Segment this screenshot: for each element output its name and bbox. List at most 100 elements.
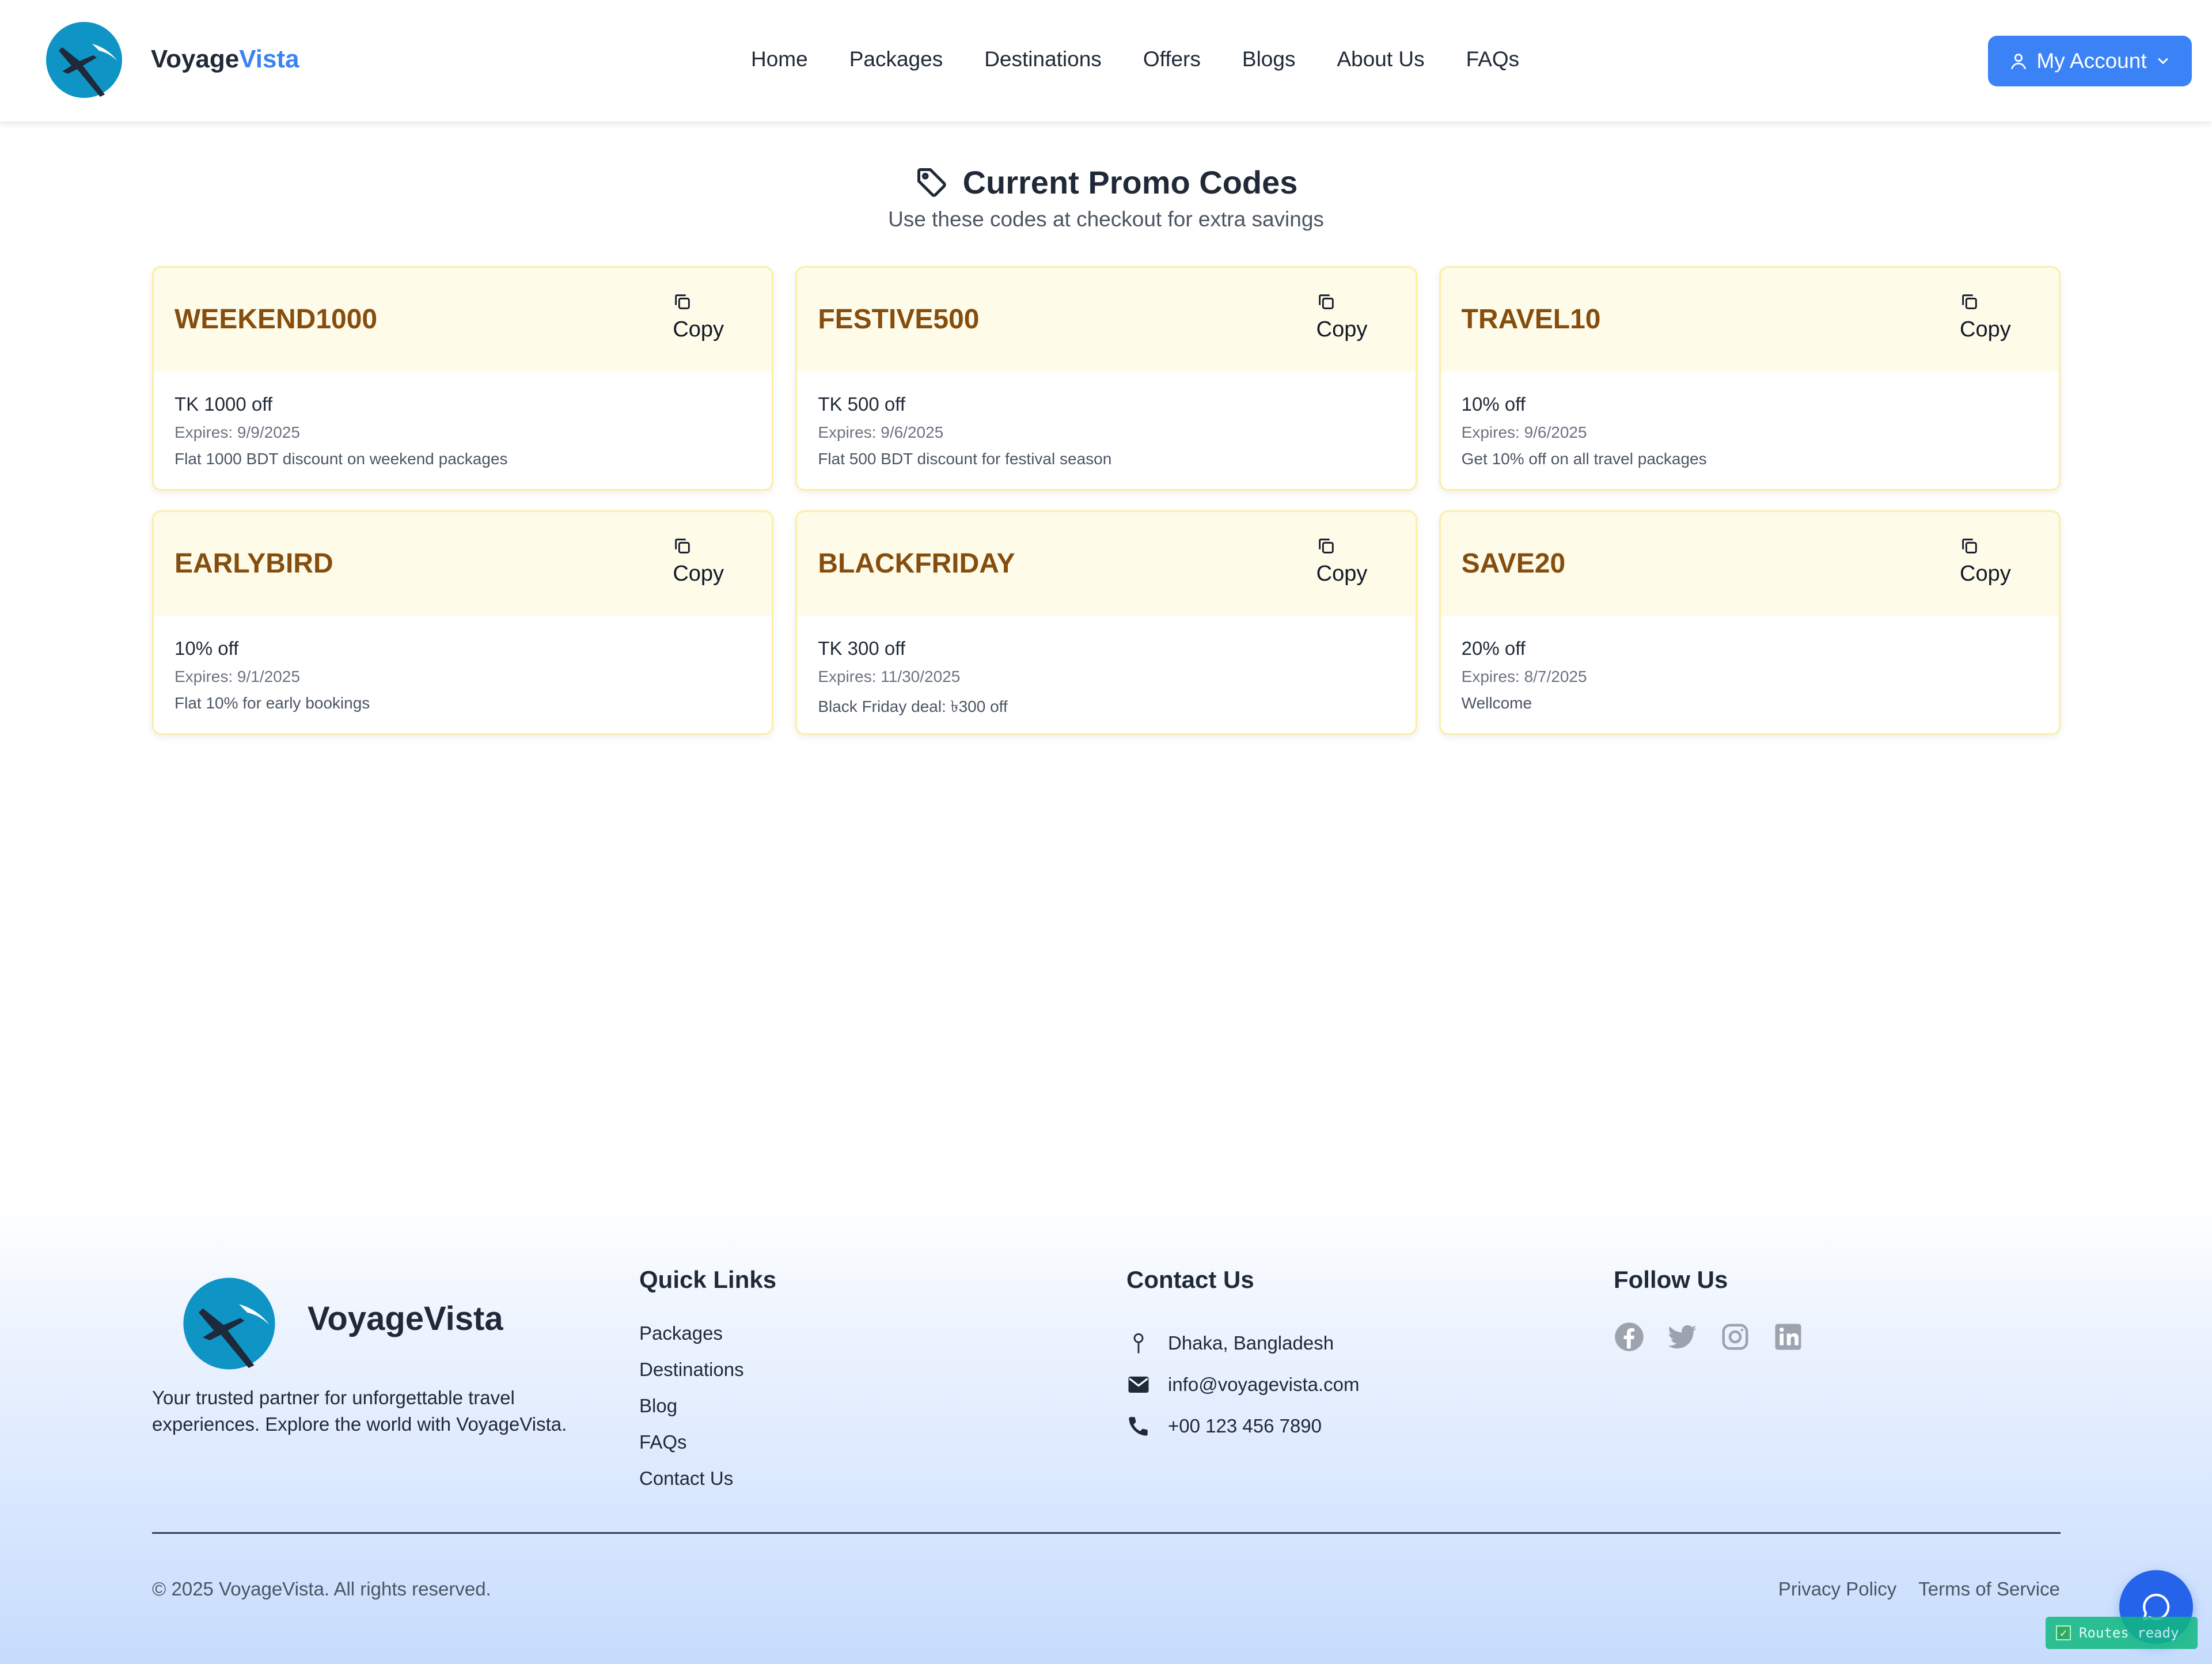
copyright: © 2025 VoyageVista. All rights reserved. xyxy=(152,1578,491,1599)
legal-links: Privacy Policy Terms of Service xyxy=(1778,1578,2060,1600)
main-nav: Home Packages Destinations Offers Blogs … xyxy=(751,47,1519,71)
brand-name[interactable]: VoyageVista xyxy=(151,45,299,74)
copy-icon xyxy=(1318,539,1334,554)
nav-faqs[interactable]: FAQs xyxy=(1466,47,1520,71)
promo-grid: WEEKEND1000 Copy TK 1000 off Expires: 9/… xyxy=(152,266,2061,735)
promo-code: SAVE20 xyxy=(1461,548,1566,579)
copy-label: Copy xyxy=(1316,317,1368,342)
promo-card: TRAVEL10 Copy 10% off Expires: 9/6/2025 … xyxy=(1439,266,2061,491)
envelope-icon xyxy=(1128,1377,1149,1393)
copy-icon xyxy=(675,539,690,554)
contact-info: Dhaka, Bangladesh info@voyagevista.com +… xyxy=(1126,1322,1359,1447)
footer-link-contact-us[interactable]: Contact Us xyxy=(639,1468,744,1504)
promo-discount: TK 500 off xyxy=(818,393,905,415)
promo-description: Get 10% off on all travel packages xyxy=(1461,450,1707,468)
contact-phone[interactable]: +00 123 456 7890 xyxy=(1126,1405,1359,1447)
nav-packages[interactable]: Packages xyxy=(849,47,943,71)
nav-about-us[interactable]: About Us xyxy=(1337,47,1424,71)
user-icon xyxy=(2011,54,2027,70)
contact-phone-text: +00 123 456 7890 xyxy=(1168,1415,1322,1436)
promo-description: Flat 500 BDT discount for festival seaso… xyxy=(818,450,1112,468)
footer-logo[interactable] xyxy=(182,1276,276,1371)
phone-icon xyxy=(1129,1417,1148,1436)
chevron-down-icon xyxy=(2158,58,2168,65)
promo-card: WEEKEND1000 Copy TK 1000 off Expires: 9/… xyxy=(152,266,774,491)
quick-links: Packages Destinations Blog FAQs Contact … xyxy=(639,1322,744,1504)
copy-button[interactable]: Copy xyxy=(1960,292,2023,350)
footer-link-packages[interactable]: Packages xyxy=(639,1322,744,1359)
site-footer: VoyageVista Your trusted partner for unf… xyxy=(0,1204,2212,1664)
promo-card-body: TK 1000 off Expires: 9/9/2025 Flat 1000 … xyxy=(154,372,772,468)
facebook-icon[interactable] xyxy=(1614,1321,1645,1352)
footer-link-blog[interactable]: Blog xyxy=(639,1395,744,1431)
footer-brand: VoyageVista xyxy=(308,1300,503,1337)
twitter-icon[interactable] xyxy=(1667,1321,1698,1352)
contact-address: Dhaka, Bangladesh xyxy=(1126,1322,1359,1364)
promo-card-body: 10% off Expires: 9/6/2025 Get 10% off on… xyxy=(1441,372,2059,468)
follow-title: Follow Us xyxy=(1614,1266,1728,1293)
copy-button[interactable]: Copy xyxy=(1316,536,1380,594)
promo-card-header: EARLYBIRD Copy xyxy=(154,512,772,616)
promo-card-body: TK 500 off Expires: 9/6/2025 Flat 500 BD… xyxy=(797,372,1415,468)
promo-card-header: TRAVEL10 Copy xyxy=(1440,268,2059,372)
promo-expiry: Expires: 11/30/2025 xyxy=(818,668,961,685)
nav-destinations[interactable]: Destinations xyxy=(984,47,1102,71)
copy-button[interactable]: Copy xyxy=(673,536,736,594)
nav-offers[interactable]: Offers xyxy=(1143,47,1201,71)
copy-label: Copy xyxy=(1316,562,1368,586)
terms-of-service-link[interactable]: Terms of Service xyxy=(1918,1578,2060,1600)
promo-discount: TK 300 off xyxy=(818,638,905,659)
routes-status-badge: ✓ Routes ready xyxy=(2046,1617,2198,1649)
promo-card-header: FESTIVE500 Copy xyxy=(797,268,1416,372)
footer-link-faqs[interactable]: FAQs xyxy=(639,1431,744,1468)
promo-description: Flat 10% for early bookings xyxy=(174,694,370,712)
copy-label: Copy xyxy=(673,317,724,342)
instagram-icon[interactable] xyxy=(1720,1321,1751,1352)
promo-discount: 10% off xyxy=(1461,393,1526,415)
promo-card-body: 20% off Expires: 8/7/2025 Wellcome xyxy=(1441,616,2059,712)
promo-heading: Current Promo Codes xyxy=(0,164,2212,201)
check-icon: ✓ xyxy=(2056,1625,2071,1640)
copy-button[interactable]: Copy xyxy=(673,292,736,350)
nav-home[interactable]: Home xyxy=(751,47,808,71)
my-account-button[interactable]: My Account xyxy=(1988,36,2192,86)
promo-description: Black Friday deal: ৳300 off xyxy=(818,698,1008,715)
promo-expiry: Expires: 9/6/2025 xyxy=(1461,423,1587,441)
promo-discount: 20% off xyxy=(1461,638,1526,659)
promo-card: EARLYBIRD Copy 10% off Expires: 9/1/2025… xyxy=(152,510,774,735)
footer-link-destinations[interactable]: Destinations xyxy=(639,1359,744,1395)
copy-icon xyxy=(1962,539,1977,554)
promo-code: FESTIVE500 xyxy=(818,304,980,335)
promo-code: WEEKEND1000 xyxy=(174,304,378,335)
nav-blogs[interactable]: Blogs xyxy=(1242,47,1296,71)
promo-card: FESTIVE500 Copy TK 500 off Expires: 9/6/… xyxy=(795,266,1417,491)
copy-label: Copy xyxy=(673,562,724,586)
promo-card-body: 10% off Expires: 9/1/2025 Flat 10% for e… xyxy=(154,616,772,712)
promo-card-header: SAVE20 Copy xyxy=(1440,512,2059,616)
page-title: Current Promo Codes xyxy=(962,164,1298,200)
promo-code: BLACKFRIDAY xyxy=(818,548,1015,579)
contact-email-text: info@voyagevista.com xyxy=(1168,1374,1360,1395)
promo-card-header: WEEKEND1000 Copy xyxy=(154,268,772,372)
promo-expiry: Expires: 9/9/2025 xyxy=(174,423,300,441)
social-links xyxy=(1614,1321,1804,1352)
privacy-policy-link[interactable]: Privacy Policy xyxy=(1778,1578,1896,1600)
voyagevista-logo[interactable] xyxy=(45,21,123,99)
promo-card: SAVE20 Copy 20% off Expires: 8/7/2025 We… xyxy=(1439,510,2061,735)
routes-status-text: Routes ready xyxy=(2079,1625,2179,1641)
my-account-label: My Account xyxy=(2036,49,2147,73)
contact-email[interactable]: info@voyagevista.com xyxy=(1126,1364,1359,1405)
copy-icon xyxy=(1962,294,1977,309)
brand-name-first: Voyage xyxy=(151,45,240,73)
promo-description: Wellcome xyxy=(1461,694,1532,712)
brand-name-second: Vista xyxy=(239,45,299,73)
copy-icon xyxy=(1318,294,1334,309)
promo-description: Flat 1000 BDT discount on weekend packag… xyxy=(174,450,508,468)
promo-code: EARLYBIRD xyxy=(174,548,333,579)
promo-code: TRAVEL10 xyxy=(1461,304,1601,335)
linkedin-icon[interactable] xyxy=(1773,1321,1804,1352)
contact-title: Contact Us xyxy=(1126,1266,1254,1293)
copy-button[interactable]: Copy xyxy=(1960,536,2023,594)
copy-label: Copy xyxy=(1960,317,2011,342)
copy-button[interactable]: Copy xyxy=(1316,292,1380,350)
